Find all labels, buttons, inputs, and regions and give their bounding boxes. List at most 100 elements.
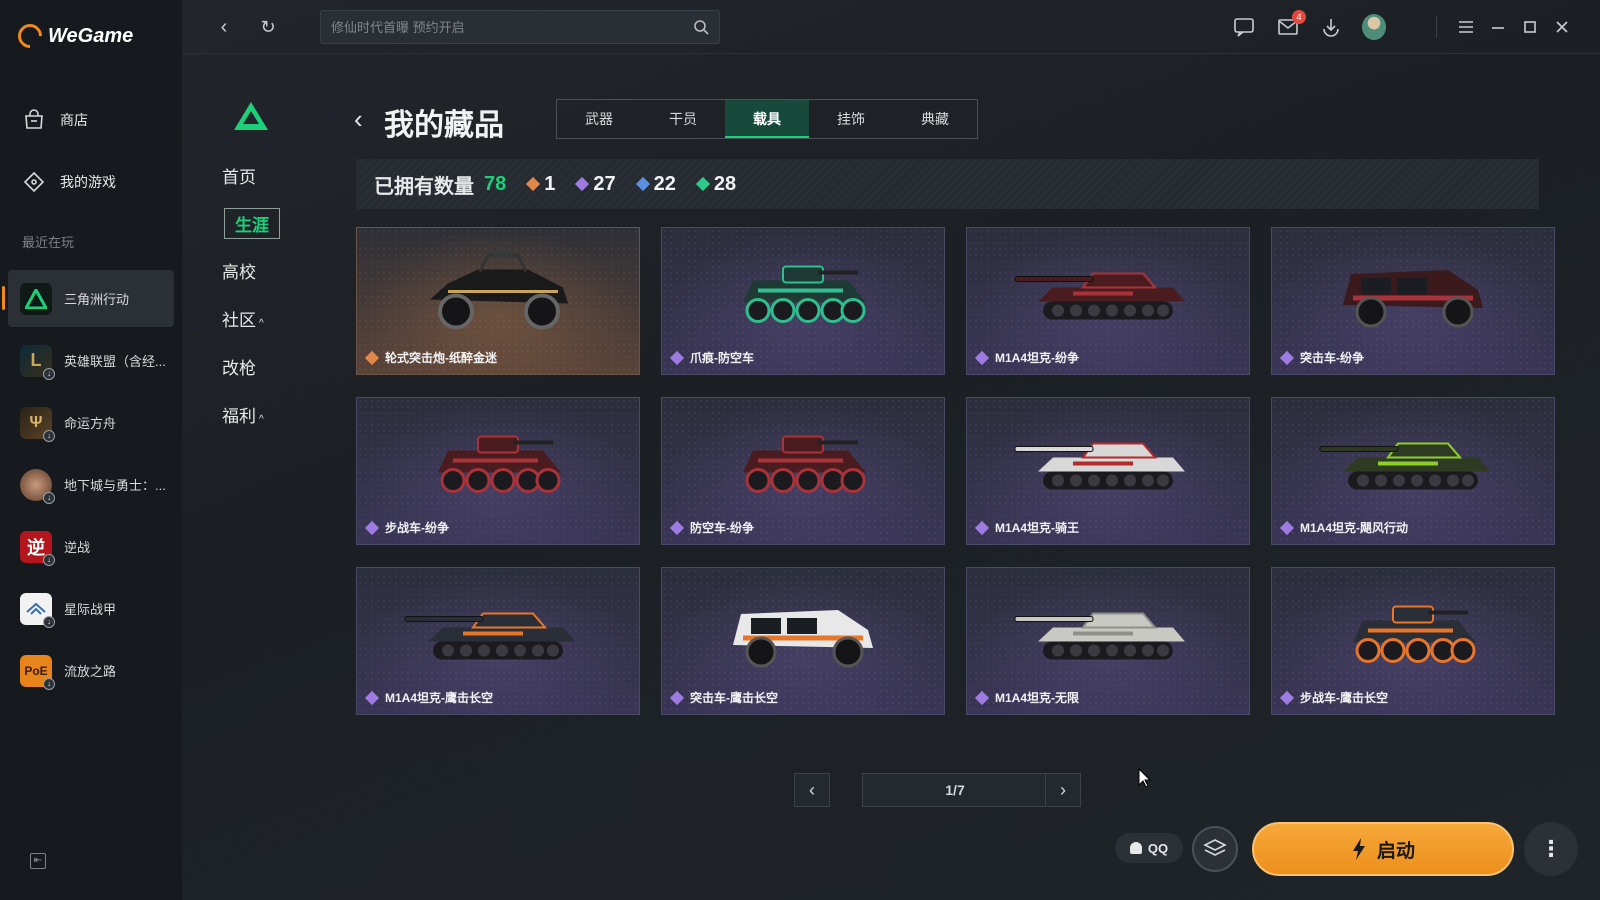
game-nav-campus[interactable]: 高校 (222, 258, 256, 283)
refresh-icon[interactable]: ↻ (256, 15, 280, 39)
vehicle-card[interactable]: 步战车-纷争 (356, 397, 640, 545)
tab-charms[interactable]: 挂饰 (809, 100, 893, 138)
back-arrow-icon[interactable]: ‹ (212, 15, 236, 39)
download-icon: ↓ (43, 429, 55, 442)
game-tools-button[interactable] (1192, 826, 1238, 872)
launch-label: 启动 (1376, 840, 1415, 862)
vehicle-image (1013, 428, 1203, 503)
vehicle-name: 步战车-纷争 (385, 521, 449, 535)
vehicle-card[interactable]: M1A4坦克-纷争 (966, 227, 1250, 375)
maximize-icon[interactable] (1518, 15, 1542, 39)
game-nav-career[interactable]: 生涯 (224, 208, 280, 239)
download-icon: ↓ (43, 553, 55, 566)
download-icon: ↓ (43, 615, 55, 628)
game-item-warframe[interactable]: ↓ 星际战甲 (8, 580, 174, 637)
page-title: 我的藏品 (384, 109, 504, 142)
search-input[interactable] (331, 19, 693, 35)
game-nav-community[interactable]: 社区 ^ (222, 306, 264, 331)
vehicle-image (418, 248, 578, 343)
lost-ark-icon: Ψ ↓ (20, 406, 55, 442)
sidebar-item-my-games[interactable]: 我的游戏 (22, 170, 116, 194)
sidebar-item-store[interactable]: 商店 (22, 108, 88, 132)
vehicle-card[interactable]: 轮式突击炮-纸醉金迷 (356, 227, 640, 375)
game-item-delta-force[interactable]: 三角洲行动 (2, 270, 174, 327)
rarity-diamond-icon (575, 176, 590, 192)
close-icon[interactable] (1550, 15, 1574, 39)
tab-weapons[interactable]: 武器 (557, 100, 641, 138)
collapse-sidebar-icon[interactable]: ⇤ (30, 853, 46, 869)
owned-total: 78 (484, 172, 507, 195)
vehicle-card[interactable]: M1A4坦克-无限 (966, 567, 1250, 715)
download-manager-icon[interactable] (1319, 15, 1343, 39)
minimize-icon[interactable] (1486, 15, 1510, 39)
tab-collectibles[interactable]: 典藏 (893, 100, 977, 138)
dnf-icon: ↓ (20, 468, 55, 504)
vehicle-name: 爪痕-防空车 (690, 351, 754, 365)
game-item-lost-ark[interactable]: Ψ ↓ 命运方舟 (8, 394, 174, 451)
rarity-diamond-icon (669, 690, 685, 705)
vehicle-name: M1A4坦克-纷争 (995, 351, 1080, 365)
vehicle-card-label: M1A4坦克-飓风行动 (1279, 519, 1408, 536)
vehicle-card[interactable]: M1A4坦克-鹰击长空 (356, 567, 640, 715)
delta-force-logo-icon[interactable] (234, 102, 268, 130)
vehicle-card[interactable]: 爪痕-防空车 (661, 227, 945, 375)
game-item-ni-zhan[interactable]: 逆 ↓ 逆战 (8, 518, 174, 575)
vehicle-image (1013, 258, 1203, 333)
game-nav-home[interactable]: 首页 (222, 163, 256, 188)
vehicle-name: 防空车-纷争 (690, 521, 754, 535)
vehicle-image (403, 598, 593, 673)
more-options-icon[interactable]: ⋮ (1524, 822, 1578, 876)
user-avatar[interactable] (1362, 14, 1386, 40)
rarity-diamond-icon (669, 350, 685, 365)
rarity-diamond-icon (695, 176, 710, 192)
chat-icon[interactable] (1232, 15, 1256, 39)
app-name: WeGame (48, 24, 134, 47)
search-box[interactable] (320, 10, 720, 44)
vehicle-image (723, 590, 883, 680)
game-name: 命运方舟 (64, 416, 117, 431)
game-item-path-of-exile[interactable]: PoE ↓ 流放之路 (8, 642, 174, 699)
rarity-diamond-icon (669, 520, 685, 535)
launch-button[interactable]: 启动 (1252, 822, 1514, 876)
ni-zhan-icon: 逆 ↓ (20, 530, 55, 566)
vehicle-collection-grid: 轮式突击炮-纸醉金迷 爪痕-防空车 M1A4坦克-纷争 突击车-纷争 步战车-纷… (356, 227, 1555, 715)
game-nav-welfare[interactable]: 福利 ^ (222, 402, 264, 427)
vehicle-card-label: 突击车-鹰击长空 (669, 689, 778, 706)
next-page-button[interactable]: › (1045, 773, 1081, 807)
vehicle-card[interactable]: 突击车-鹰击长空 (661, 567, 945, 715)
search-icon[interactable] (693, 19, 709, 35)
vehicle-card[interactable]: M1A4坦克-飓风行动 (1271, 397, 1555, 545)
tab-operators[interactable]: 干员 (641, 100, 725, 138)
qq-login-button[interactable]: QQ (1115, 833, 1183, 863)
qq-label: QQ (1147, 840, 1169, 856)
rarity-diamond-icon (974, 350, 990, 365)
rarity-diamond-icon (364, 350, 380, 365)
chevron-up-icon: ^ (259, 318, 264, 329)
chevron-up-icon: ^ (259, 414, 264, 425)
menu-icon[interactable] (1454, 15, 1478, 39)
game-nav-gunsmith[interactable]: 改枪 (222, 354, 256, 379)
game-item-league-of-legends[interactable]: L ↓ 英雄联盟（含经... (8, 332, 174, 389)
owned-stats-bar: 已拥有数量 78 1 27 22 28 (356, 159, 1539, 209)
mail-badge: 4 (1292, 10, 1306, 24)
prev-page-button[interactable]: ‹ (794, 773, 830, 807)
vehicle-card[interactable]: 步战车-鹰击长空 (1271, 567, 1555, 715)
vehicle-card[interactable]: M1A4坦克-骑王 (966, 397, 1250, 545)
lightning-icon (1352, 838, 1365, 860)
game-name: 逆战 (64, 540, 91, 555)
download-icon: ↓ (43, 367, 55, 380)
sidebar-item-label: 我的游戏 (60, 174, 116, 190)
vehicle-name: M1A4坦克-鹰击长空 (385, 691, 494, 705)
game-item-dnf[interactable]: ↓ 地下城与勇士：... (8, 456, 174, 513)
vehicle-card-label: M1A4坦克-无限 (974, 689, 1079, 706)
vehicle-card[interactable]: 防空车-纷争 (661, 397, 945, 545)
vehicle-card[interactable]: 突击车-纷争 (1271, 227, 1555, 375)
page-back-icon[interactable]: ‹ (354, 104, 363, 135)
mail-icon[interactable]: 4 (1276, 10, 1306, 39)
tab-vehicles[interactable]: 载具 (725, 100, 809, 138)
vehicle-card-label: 步战车-纷争 (364, 519, 449, 536)
rarity-diamond-icon (1279, 520, 1295, 535)
vehicle-card-label: 防空车-纷争 (669, 519, 754, 536)
qq-penguin-icon (1129, 842, 1142, 854)
wegame-logo[interactable]: WeGame (13, 19, 134, 53)
